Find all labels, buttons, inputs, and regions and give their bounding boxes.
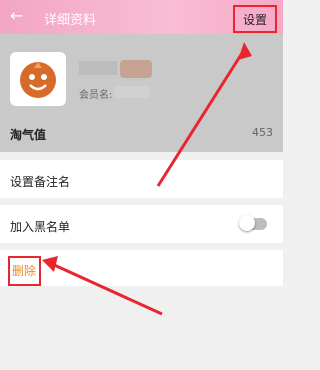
member-name-blur <box>114 86 150 98</box>
member-label: 会员名: <box>79 90 113 101</box>
avatar[interactable] <box>10 52 66 106</box>
username-blur <box>120 60 152 78</box>
remark-label: 设置备注名 <box>10 175 71 189</box>
settings-label: 设置 <box>242 12 267 27</box>
settings-button[interactable]: 设置 <box>233 5 277 33</box>
taoqi-value: 453 <box>252 126 273 139</box>
delete-button[interactable]: 删除 <box>12 262 36 279</box>
blacklist-label: 加入黑名单 <box>10 220 71 234</box>
username-blur <box>79 61 117 75</box>
page-title: 详细资料 <box>44 13 97 28</box>
top-bar: ← 详细资料 设置 <box>0 0 283 34</box>
blacklist-row: 加入黑名单 <box>0 205 283 243</box>
blacklist-toggle[interactable] <box>239 215 267 231</box>
taoqi-label: 淘气值 <box>10 128 47 142</box>
toggle-knob <box>239 215 255 231</box>
avatar-mascot-icon <box>20 62 56 98</box>
remark-row[interactable]: 设置备注名 <box>0 160 283 198</box>
delete-row[interactable] <box>0 250 283 286</box>
back-arrow-icon[interactable]: ← <box>10 6 23 25</box>
